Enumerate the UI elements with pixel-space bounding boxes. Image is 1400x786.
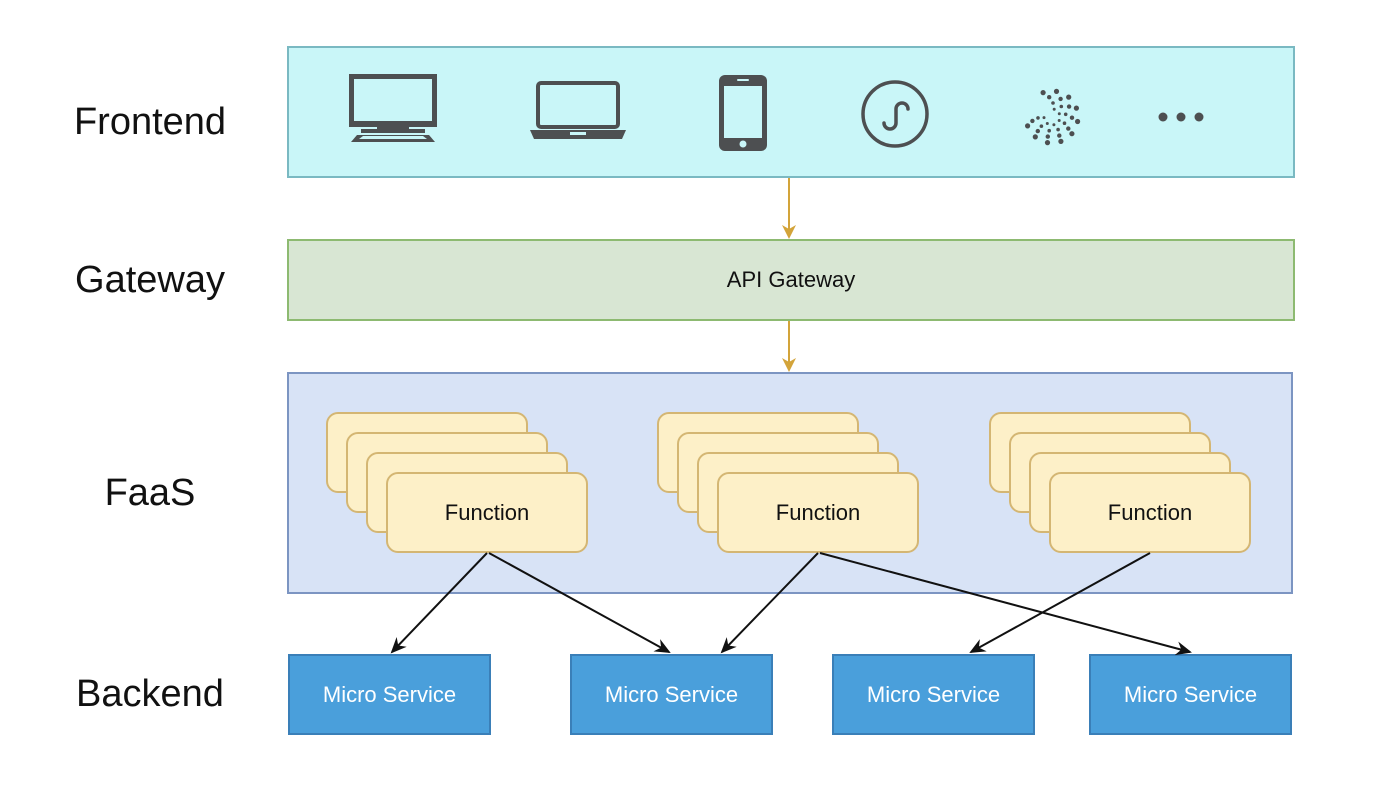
iot-dot	[1057, 119, 1061, 122]
iot-dot	[1052, 107, 1056, 111]
api-gateway-label: API Gateway	[726, 267, 856, 292]
iot-dot	[1036, 116, 1040, 120]
micro-service-1: Micro Service	[288, 654, 491, 735]
layer-label-gateway: Gateway	[75, 259, 225, 301]
more-ellipsis-icon	[1158, 112, 1204, 122]
function-label: Function	[444, 499, 530, 525]
iot-dot	[1066, 94, 1072, 100]
micro-service-3: Micro Service	[832, 654, 1035, 735]
iot-dot	[1058, 138, 1064, 144]
iot-dot	[1066, 104, 1072, 109]
iot-dot	[1069, 131, 1075, 137]
function-card: Function	[717, 472, 919, 553]
iot-dot	[1035, 128, 1040, 134]
layer-label-frontend: Frontend	[73, 101, 227, 143]
smartphone-icon	[719, 75, 767, 151]
frontend-layer	[287, 46, 1295, 178]
iot-dot	[1062, 121, 1067, 125]
iot-dot	[1044, 140, 1051, 146]
mini-program-icon	[861, 80, 929, 148]
api-gateway-box: API Gateway	[287, 239, 1295, 321]
micro-service-label: Micro Service	[322, 681, 457, 707]
iot-dot	[1045, 122, 1049, 125]
micro-service-label: Micro Service	[1123, 681, 1258, 707]
iot-dot	[1057, 133, 1062, 138]
iot-dot	[1047, 95, 1052, 100]
iot-dot	[1057, 112, 1061, 116]
iot-dot	[1025, 123, 1031, 129]
micro-service-2: Micro Service	[570, 654, 773, 735]
iot-dot	[1052, 123, 1056, 127]
iot-dot	[1058, 96, 1063, 102]
function-label: Function	[775, 499, 861, 525]
iot-dot	[1045, 134, 1050, 139]
micro-service-label: Micro Service	[604, 681, 739, 707]
micro-service-4: Micro Service	[1089, 654, 1292, 735]
iot-dot	[1051, 101, 1055, 105]
iot-dot	[1066, 126, 1071, 131]
iot-dot	[1030, 118, 1035, 124]
layer-label-faas: FaaS	[104, 472, 196, 514]
micro-service-label: Micro Service	[866, 681, 1001, 707]
desktop-monitor-icon	[349, 74, 437, 142]
iot-dot	[1075, 118, 1081, 125]
iot-dot	[1040, 90, 1046, 96]
iot-dot	[1056, 127, 1060, 132]
iot-dot	[1053, 88, 1060, 94]
function-card: Function	[1049, 472, 1251, 553]
iot-dot	[1073, 105, 1079, 111]
iot-dot	[1047, 128, 1051, 133]
iot-dot	[1039, 124, 1044, 128]
iot-dot	[1032, 134, 1038, 140]
laptop-icon	[530, 81, 626, 139]
iot-dot	[1063, 112, 1068, 117]
iot-dot	[1059, 104, 1064, 109]
iot-dot	[1042, 116, 1046, 120]
iot-icon	[1025, 88, 1081, 146]
function-label: Function	[1107, 499, 1193, 525]
iot-dot	[1069, 115, 1075, 120]
layer-label-backend: Backend	[76, 673, 224, 715]
function-card: Function	[386, 472, 588, 553]
